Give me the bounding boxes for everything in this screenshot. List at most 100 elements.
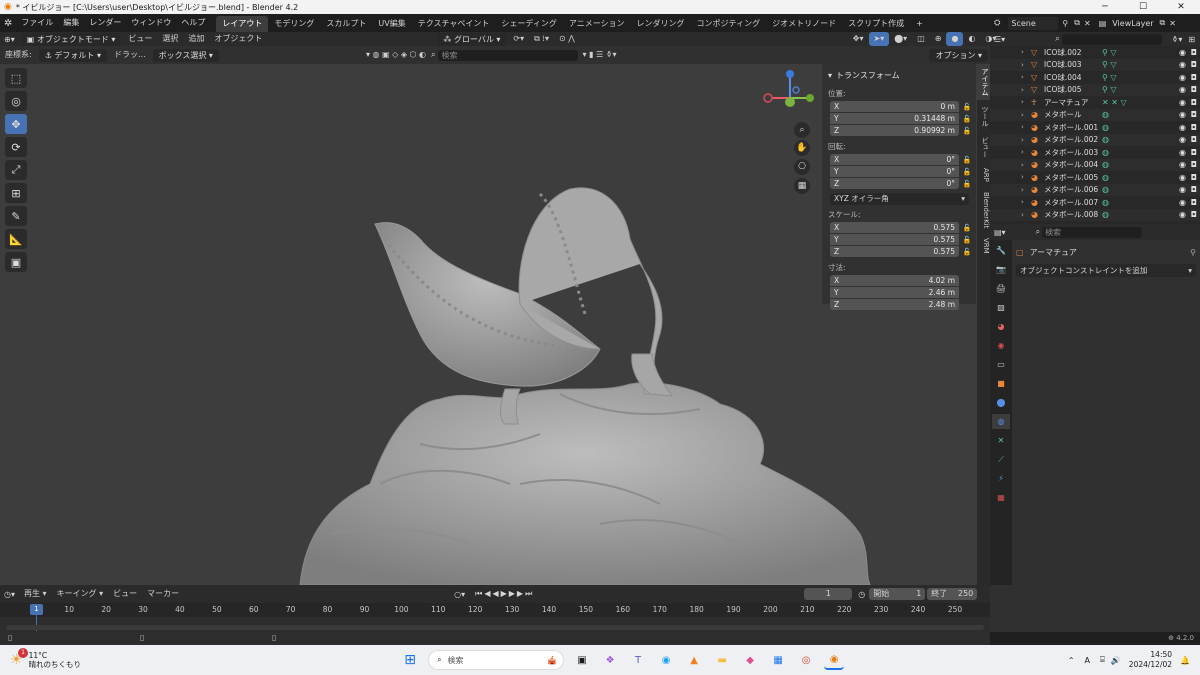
expand-icon[interactable]: › [1021, 48, 1031, 56]
transform-icon[interactable]: ⊞ [5, 183, 27, 203]
render-camera-icon[interactable]: ◘ [1191, 85, 1197, 94]
outliner-row[interactable]: › ▽ ICO球.004 ⚲ ▽ ◉ ◘ [990, 71, 1200, 84]
visibility-eye-icon[interactable]: ◉ [1179, 210, 1186, 219]
timeline[interactable]: 1102030405060708090100110120130140150160… [0, 603, 990, 645]
menu-marker[interactable]: マーカー [142, 587, 184, 601]
expand-icon[interactable]: › [1021, 173, 1031, 181]
delete-viewlayer-icon[interactable]: ✕ [1169, 19, 1176, 28]
object-data-icon[interactable]: ◍ [1102, 123, 1109, 132]
menu-playback[interactable]: 再生 ▾ [19, 587, 52, 601]
render-camera-icon[interactable]: ◘ [1191, 210, 1197, 219]
select-box-icon[interactable]: ⬚ [5, 68, 27, 88]
visibility-eye-icon[interactable]: ◉ [1179, 173, 1186, 182]
annotate-icon[interactable]: ✎ [5, 206, 27, 226]
menu-view[interactable]: ビュー [123, 32, 157, 46]
clock-time[interactable]: 14:50 [1129, 650, 1172, 660]
outliner-item-name[interactable]: メタボール.006 [1044, 184, 1102, 195]
photos-icon[interactable]: ◆ [740, 650, 760, 670]
volume-icon[interactable]: 🔊 [1111, 656, 1121, 665]
navigation-gizmo[interactable] [760, 68, 820, 128]
outliner-row[interactable]: › ◕ メタボール.001 ◍ ◉ ◘ [990, 121, 1200, 134]
outliner-item-name[interactable]: メタボール.007 [1044, 197, 1102, 208]
visibility-eye-icon[interactable]: ◉ [1179, 110, 1186, 119]
filter-icon[interactable]: ⚱▾ [1172, 35, 1183, 44]
lock-icon[interactable]: 🔓 [962, 236, 972, 244]
lock-icon[interactable]: 🔓 [962, 224, 972, 232]
render-camera-icon[interactable]: ◘ [1191, 110, 1197, 119]
task-view-icon[interactable]: ▣ [572, 650, 592, 670]
visibility-eye-icon[interactable]: ◉ [1179, 60, 1186, 69]
filter-dropdown-icon[interactable]: ▾ ▮ ☰ ⚱▾ [578, 48, 622, 62]
texture-props-icon[interactable]: ▦ [992, 490, 1010, 505]
cursor-icon[interactable]: ◎ [5, 91, 27, 111]
camera-icon[interactable]: ⎔ [794, 159, 810, 175]
object-data-icon[interactable]: ◍ [1102, 185, 1109, 194]
move-icon[interactable]: ✥ [5, 114, 27, 134]
viewlayer-name[interactable]: ViewLayer [1112, 19, 1153, 28]
visibility-eye-icon[interactable]: ◉ [1179, 185, 1186, 194]
render-camera-icon[interactable]: ◘ [1191, 198, 1197, 207]
expand-icon[interactable]: › [1021, 186, 1031, 194]
location-field-z[interactable]: Z 0.90992 m [830, 125, 959, 136]
modifier-props-icon[interactable]: ⬤ [992, 395, 1010, 410]
menu-render[interactable]: レンダー [84, 14, 126, 32]
zoom-icon[interactable]: ⌕ [794, 122, 810, 138]
shading-wireframe-icon[interactable]: ⊕ [930, 32, 947, 46]
outliner-item-name[interactable]: メタボール.001 [1044, 122, 1102, 133]
rotation-field-y[interactable]: Y 0° [830, 166, 959, 177]
object-data-icon[interactable]: ⚲ ▽ [1102, 73, 1117, 82]
lock-icon[interactable]: 🔓 [962, 168, 972, 176]
overlay-icon[interactable]: ⬤▾ [889, 32, 912, 46]
output-props-icon[interactable]: 🖨 [992, 281, 1010, 296]
object-data-icon[interactable]: ◍ [1102, 135, 1109, 144]
tray-chevron-icon[interactable]: ⌃ [1068, 656, 1075, 665]
rotation-field-z[interactable]: Z 0° [830, 178, 959, 189]
visibility-eye-icon[interactable]: ◉ [1179, 73, 1186, 82]
tab-compositing[interactable]: コンポジティング [691, 16, 767, 32]
outliner-item-name[interactable]: メタボール.002 [1044, 134, 1102, 145]
object-data-icon[interactable]: ◍ [1102, 198, 1109, 207]
drag-label[interactable]: ドラッ... [109, 48, 151, 62]
object-data-icon[interactable]: ◍ [1102, 210, 1109, 219]
chrome-icon[interactable]: ◎ [796, 650, 816, 670]
object-props-icon[interactable]: ■ [992, 376, 1010, 391]
sidetab-item[interactable]: アイテム [977, 64, 990, 100]
menu-add[interactable]: 追加 [183, 32, 209, 46]
tab-uv[interactable]: UV編集 [372, 16, 411, 32]
dimensions-field-x[interactable]: X 4.02 m [830, 275, 959, 286]
menu-keying[interactable]: キーイング ▾ [52, 587, 109, 601]
dimensions-field-y[interactable]: Y 2.46 m [830, 287, 959, 298]
expand-icon[interactable]: › [1021, 148, 1031, 156]
outliner-row[interactable]: › ◕ メタボール.002 ◍ ◉ ◘ [990, 133, 1200, 146]
expand-icon[interactable]: › [1021, 211, 1031, 219]
scale-icon[interactable]: ⤢ [5, 160, 27, 180]
lock-icon[interactable]: 🔓 [962, 127, 972, 135]
outliner-row[interactable]: › ☥ アーマチュア ✕ ✕ ▽ ◉ ◘ [990, 96, 1200, 109]
blender-menu-icon[interactable]: ✲ [0, 18, 16, 29]
menu-help[interactable]: ヘルプ [176, 14, 210, 32]
grid-icon[interactable]: ▦ [794, 178, 810, 194]
visibility-eye-icon[interactable]: ◉ [1179, 123, 1186, 132]
render-camera-icon[interactable]: ◘ [1191, 173, 1197, 182]
lock-icon[interactable]: 🔓 [962, 248, 972, 256]
menu-object[interactable]: オブジェクト [209, 32, 267, 46]
snap-icon[interactable]: ⧉ ⁞▾ [529, 32, 554, 46]
outliner-row[interactable]: › ◕ メタボール.004 ◍ ◉ ◘ [990, 158, 1200, 171]
outliner-item-name[interactable]: メタボール.005 [1044, 172, 1102, 183]
rotate-icon[interactable]: ⟳ [5, 137, 27, 157]
object-data-icon[interactable]: ◍ [1102, 148, 1109, 157]
visibility-eye-icon[interactable]: ◉ [1179, 160, 1186, 169]
maximize-icon[interactable]: ☐ [1124, 0, 1162, 14]
tab-animation[interactable]: アニメーション [563, 16, 631, 32]
tab-layout[interactable]: レイアウト [216, 16, 269, 32]
expand-icon[interactable]: › [1021, 198, 1031, 206]
sidetab-view[interactable]: ビュー [977, 133, 990, 162]
weather-widget[interactable]: ☀ 1 11°C 晴れのちくもり [10, 648, 81, 669]
menu-window[interactable]: ウィンドウ [126, 14, 176, 32]
render-camera-icon[interactable]: ◘ [1191, 135, 1197, 144]
constraint-props-icon[interactable]: ◍ [992, 414, 1010, 429]
lock-icon[interactable]: 🔓 [962, 180, 972, 188]
keyframe-marker[interactable]: ▯ [140, 633, 144, 642]
editor-type-icon-3d[interactable]: ⊕▾ [0, 35, 19, 44]
options-dropdown[interactable]: オプション ▾ [929, 48, 989, 62]
